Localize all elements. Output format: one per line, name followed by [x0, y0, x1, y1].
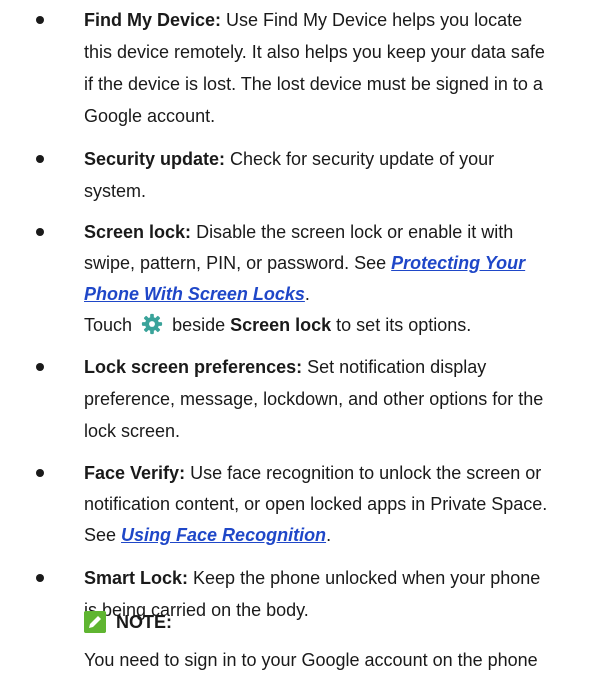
find-my-device-line-2: this device remotely. It also helps you …: [84, 42, 545, 62]
face-verify-text: Use face recognition to unlock the scree…: [185, 463, 542, 483]
beside-text: beside: [167, 315, 231, 335]
note-label: NOTE:: [116, 612, 172, 632]
find-my-device-text: Use Find My Device helps you locate: [221, 10, 523, 30]
pencil-note-icon: [84, 611, 106, 633]
gear-icon[interactable]: [141, 313, 163, 335]
screen-lock-line-2: swipe, pattern, PIN, or password. See Pr…: [84, 249, 525, 277]
lock-screen-pref-text: Set notification display: [302, 357, 487, 377]
period: .: [304, 284, 310, 304]
touch-text: Touch: [84, 315, 133, 335]
security-update-line-1: Security update: Check for security upda…: [84, 145, 494, 173]
smart-lock-term: Smart Lock:: [84, 568, 189, 588]
see-text: See: [84, 525, 122, 545]
bullet: [36, 155, 44, 163]
period: .: [326, 525, 332, 545]
security-update-term: Security update:: [84, 149, 226, 169]
face-verify-term: Face Verify:: [84, 463, 186, 483]
set-options-text: to set its options.: [331, 315, 472, 335]
find-my-device-line-1: Find My Device: Use Find My Device helps…: [84, 6, 522, 34]
bullet: [36, 16, 44, 24]
bullet: [36, 574, 44, 582]
smart-lock-line-1: Smart Lock: Keep the phone unlocked when…: [84, 564, 540, 592]
bullet: [36, 469, 44, 477]
lock-screen-pref-term: Lock screen preferences:: [84, 357, 303, 377]
face-verify-line-2: notification content, or open locked app…: [84, 494, 548, 514]
face-verify-line-3: See Using Face Recognition.: [84, 521, 331, 549]
protecting-phone-link-cont[interactable]: Phone With Screen Locks: [84, 284, 305, 304]
smart-lock-text: Keep the phone unlocked when your phone: [188, 568, 541, 588]
using-face-recognition-link[interactable]: Using Face Recognition: [121, 525, 326, 545]
find-my-device-term: Find My Device:: [84, 10, 222, 30]
screen-lock-text-2: swipe, pattern, PIN, or password. See: [84, 253, 392, 273]
note-text: You need to sign in to your Google accou…: [84, 650, 538, 670]
lock-screen-pref-line-3: lock screen.: [84, 421, 181, 441]
screen-lock-term: Screen lock:: [84, 222, 192, 242]
screen-lock-line-1: Screen lock: Disable the screen lock or …: [84, 218, 513, 246]
find-my-device-line-3: if the device is lost. The lost device m…: [84, 74, 543, 94]
lock-screen-pref-line-2: preference, message, lockdown, and other…: [84, 389, 544, 409]
screen-lock-line-3: Phone With Screen Locks.: [84, 280, 310, 308]
face-verify-line-1: Face Verify: Use face recognition to unl…: [84, 459, 541, 487]
find-my-device-line-4: Google account.: [84, 106, 216, 126]
protecting-phone-link[interactable]: Protecting Your: [391, 253, 525, 273]
security-update-text: Check for security update of your: [225, 149, 495, 169]
screen-lock-text: Disable the screen lock or enable it wit…: [191, 222, 514, 242]
bullet: [36, 228, 44, 236]
bullet: [36, 363, 44, 371]
security-update-line-2: system.: [84, 181, 147, 201]
lock-screen-pref-line-1: Lock screen preferences: Set notificatio…: [84, 353, 486, 381]
screen-lock-bold: Screen lock: [230, 315, 332, 335]
screen-lock-touch-line: Touch beside Screen lock to set its opti…: [84, 311, 471, 339]
